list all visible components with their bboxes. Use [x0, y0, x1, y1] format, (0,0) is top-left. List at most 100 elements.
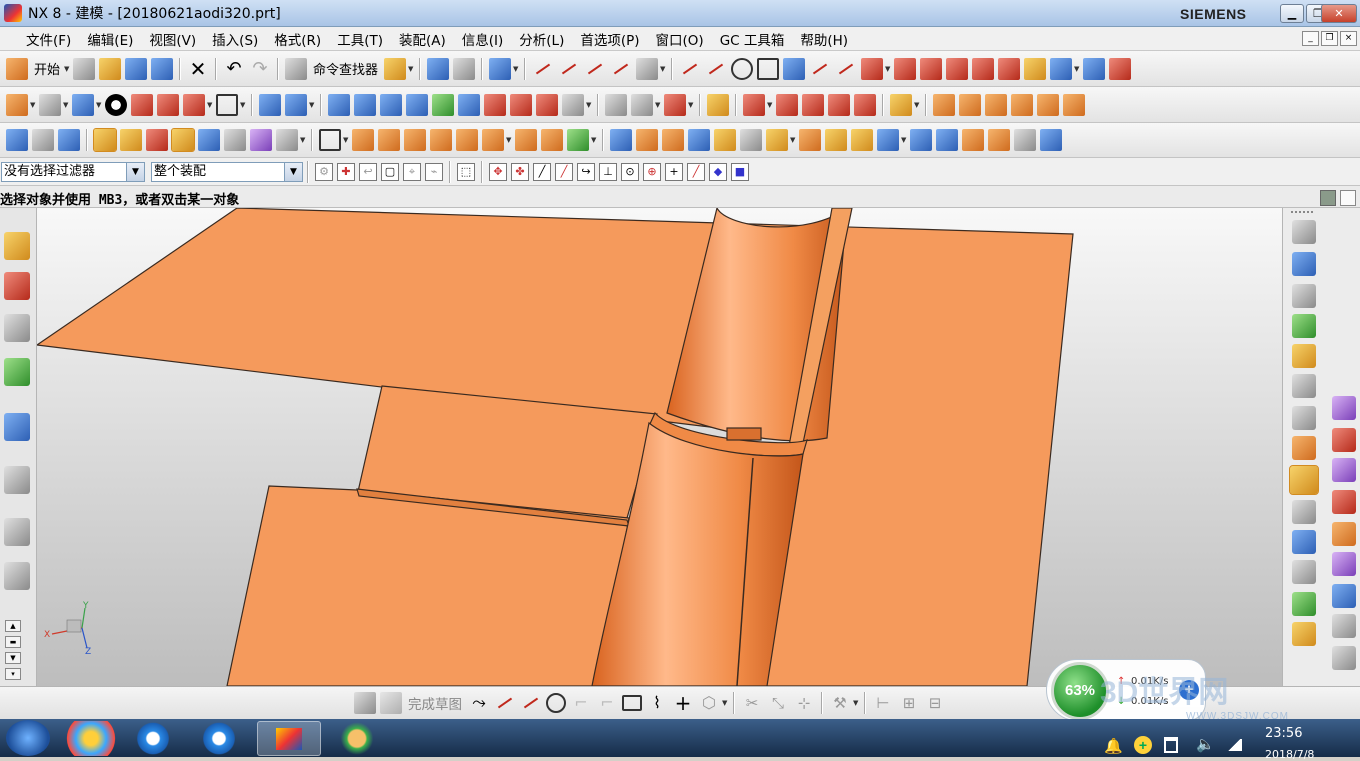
bookmark-icon[interactable] [250, 129, 272, 151]
document-icon[interactable] [224, 129, 246, 151]
offset-curve-icon[interactable] [861, 57, 884, 80]
sketch-line-icon[interactable] [494, 692, 516, 714]
point-icon[interactable] [1292, 374, 1316, 398]
curve-edit-icon[interactable] [636, 57, 659, 80]
battery-icon[interactable] [1164, 737, 1178, 753]
snap-quadrant-icon[interactable]: ⊕ [643, 162, 661, 181]
pad-icon[interactable] [515, 129, 537, 151]
wrap-curve-icon[interactable] [1083, 57, 1106, 80]
start-orb-icon[interactable] [6, 720, 50, 756]
circles-icon[interactable] [1332, 584, 1356, 608]
save-as-icon[interactable] [151, 57, 174, 80]
arc-icon[interactable] [705, 58, 727, 80]
intersect-curve-icon[interactable] [946, 57, 969, 80]
section-curve-icon[interactable] [998, 57, 1021, 80]
move-component-icon[interactable] [1037, 93, 1059, 116]
key-slot[interactable] [726, 427, 762, 441]
ruler-icon[interactable] [890, 93, 912, 116]
through-curves-icon[interactable] [380, 93, 402, 116]
draft-icon[interactable] [688, 129, 710, 151]
surface-flange-icon[interactable] [1332, 396, 1356, 420]
graphics-window[interactable]: Y X Z [37, 208, 1282, 686]
weld-icon[interactable] [1292, 622, 1316, 646]
system-materials-icon[interactable] [4, 562, 30, 590]
edit-object-icon[interactable] [427, 57, 450, 80]
reuse-library-icon[interactable] [4, 358, 30, 386]
snap-existing-point-icon[interactable]: + [665, 162, 683, 181]
save-icon[interactable] [125, 57, 148, 80]
combined-curve-icon[interactable] [1050, 57, 1073, 80]
unite-icon[interactable] [828, 93, 850, 116]
menu-file[interactable]: 文件(F) [18, 29, 79, 49]
sketch-fillet-icon[interactable]: ⌐ [570, 692, 592, 714]
select-all-icon[interactable]: ✚ [337, 162, 355, 181]
emboss-icon[interactable] [851, 129, 873, 151]
snap-on-surface-icon[interactable]: ◆ [709, 162, 727, 181]
replace-face-icon[interactable] [936, 129, 958, 151]
menu-insert[interactable]: 插入(S) [204, 29, 266, 49]
spline-icon[interactable] [809, 58, 831, 80]
shaded-cube-icon[interactable] [72, 93, 94, 116]
corner-icon[interactable] [584, 58, 606, 80]
view-fit-icon[interactable] [6, 93, 28, 116]
thicken-icon[interactable] [799, 129, 821, 151]
info-icon[interactable] [489, 57, 512, 80]
hammer-icon[interactable] [1292, 436, 1316, 460]
scroll-down-icon[interactable]: ▼ [5, 652, 21, 664]
rivet-icon[interactable] [1292, 560, 1316, 584]
taskbar-date[interactable]: 2018/7/8 [1265, 748, 1314, 761]
sketch-arc-icon[interactable] [520, 692, 542, 714]
geometric-constraint-icon[interactable]: ⊞ [898, 692, 920, 714]
taskbar-paint-icon[interactable] [328, 721, 386, 756]
roles-icon[interactable] [1292, 252, 1316, 276]
trim-sheet-icon[interactable] [562, 93, 584, 116]
selection-scope-combo[interactable]: 整个装配 ▼ [151, 161, 303, 182]
sketch-polygon-icon[interactable]: ⌇ [646, 692, 668, 714]
cylinder-tool-icon[interactable] [1292, 530, 1316, 554]
start-icon[interactable] [6, 57, 28, 80]
pages-icon[interactable] [1332, 614, 1356, 638]
start-dropdown[interactable]: ▼ [64, 65, 71, 73]
snap-tangent-icon[interactable]: ↪ [577, 162, 595, 181]
sheet-metal-icon[interactable] [32, 129, 54, 151]
delete-face-icon[interactable] [962, 129, 984, 151]
layout-icon[interactable] [1292, 284, 1316, 308]
menu-tools[interactable]: 工具(T) [329, 29, 391, 49]
swept-icon[interactable] [458, 93, 480, 116]
arch-face-icon[interactable] [1332, 552, 1356, 576]
sketch-point-icon[interactable]: + [672, 692, 694, 714]
snap-point-icon[interactable]: ✥ [489, 162, 507, 181]
revolve-icon[interactable] [378, 129, 400, 151]
stack-icon[interactable] [93, 128, 117, 152]
ruled-surface-icon[interactable] [354, 93, 376, 116]
datum-plane-icon[interactable] [1292, 344, 1316, 368]
layer-settings-icon[interactable] [58, 129, 80, 151]
undo-icon[interactable]: ↶ [223, 58, 245, 80]
render-style-icon[interactable] [39, 93, 61, 116]
menu-window[interactable]: 窗口(O) [648, 29, 712, 49]
pattern-face-icon[interactable] [1014, 129, 1036, 151]
tray-plus-icon[interactable]: + [1134, 736, 1152, 754]
chevron-down-icon[interactable]: ▼ [126, 162, 144, 181]
hidden-edge-cube-icon[interactable] [183, 93, 205, 116]
nx-app-icon[interactable] [4, 4, 22, 22]
sketch-task-icon[interactable] [354, 692, 376, 714]
command-finder-button[interactable]: 命令查找器 [313, 59, 378, 78]
groove-icon[interactable] [567, 129, 589, 151]
history-icon[interactable] [4, 518, 30, 546]
blue-box-icon[interactable] [198, 129, 220, 151]
taskbar-media-icon[interactable] [62, 721, 120, 756]
cut-icon[interactable]: ✕ [187, 58, 209, 80]
fillet-curve-icon[interactable] [610, 58, 632, 80]
snap-icon[interactable]: ⌖ [403, 162, 421, 181]
folder-tools-icon[interactable] [384, 57, 407, 80]
sketch-rectangle-icon[interactable] [622, 695, 642, 711]
taskbar-nx-button[interactable] [257, 721, 321, 756]
taskbar-ie-icon[interactable] [124, 721, 182, 756]
circle-icon[interactable] [731, 57, 754, 80]
mirror-curve-icon[interactable] [1109, 57, 1132, 80]
surface-patch-icon[interactable] [328, 93, 350, 116]
menu-information[interactable]: 信息(I) [454, 29, 512, 49]
curve-trim-icon[interactable] [532, 58, 554, 80]
menu-format[interactable]: 格式(R) [266, 29, 329, 49]
